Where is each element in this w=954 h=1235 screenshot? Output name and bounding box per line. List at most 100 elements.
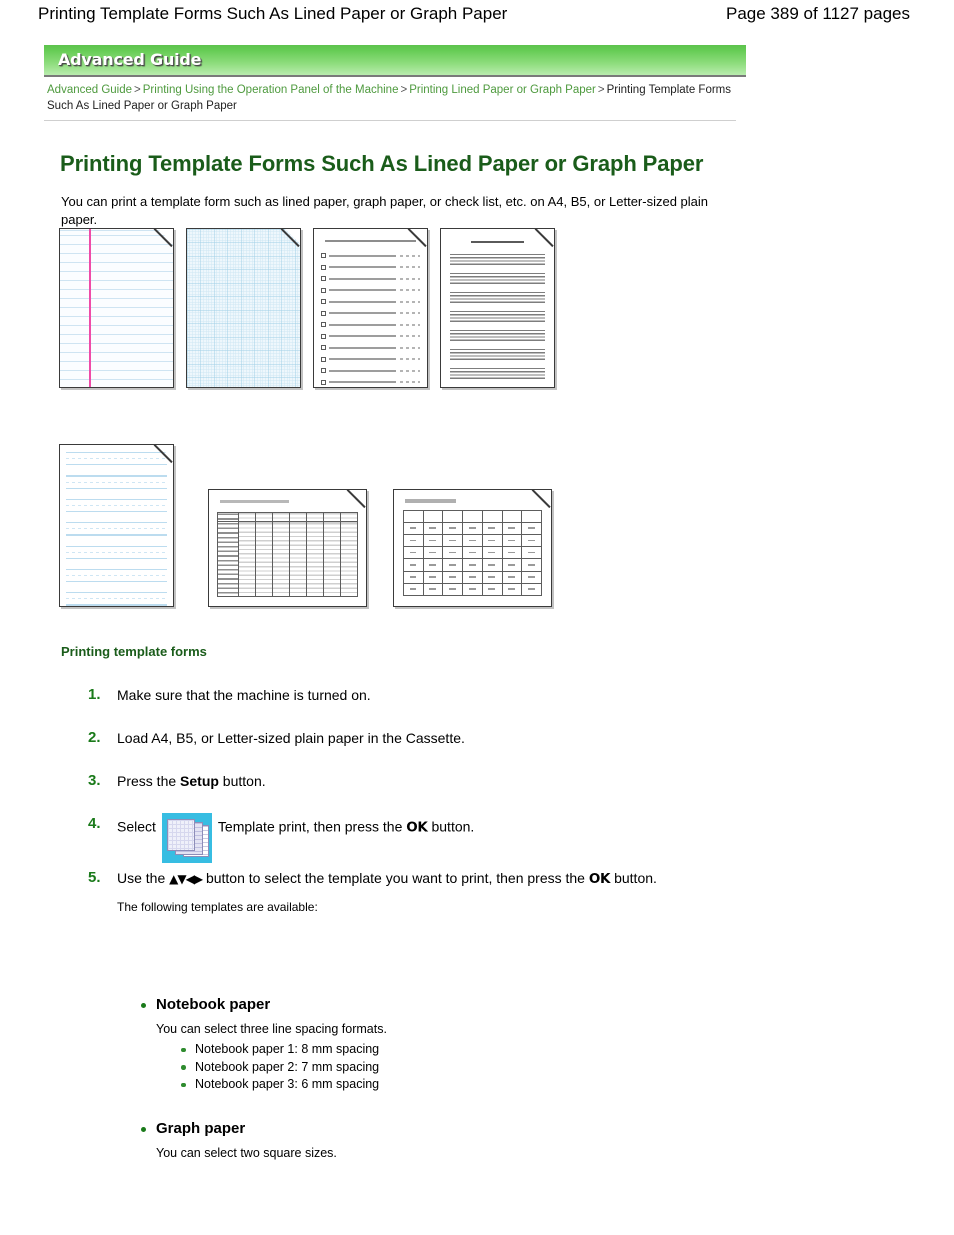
checklist-line <box>329 289 396 292</box>
staff-paper-pattern <box>441 229 554 387</box>
calendar-cell <box>503 522 523 534</box>
document-title: Printing Template Forms Such As Lined Pa… <box>38 4 508 23</box>
notebook-paper-pattern <box>60 229 173 387</box>
page-fold-edge-icon <box>348 490 366 508</box>
step-text: Load A4, B5, or Letter-sized plain paper… <box>117 730 465 746</box>
calendar-cell <box>503 534 523 547</box>
step-text-after: button. <box>610 870 657 886</box>
checklist-line <box>329 335 396 338</box>
calendar-cell <box>443 511 464 522</box>
handwriting-line-group <box>66 498 167 513</box>
checklist-dots <box>400 346 420 349</box>
step-text-mid: Template print, then press the <box>217 818 407 835</box>
checklist-line <box>329 323 396 326</box>
checklist-row <box>321 342 420 354</box>
bullet-icon <box>141 1126 146 1132</box>
checklist-row <box>321 250 420 262</box>
calendar-title-rule <box>405 499 456 503</box>
step-text-after: button. <box>218 773 266 789</box>
template-options-list: Notebook paper 1: 8 mm spacing Notebook … <box>179 1041 739 1094</box>
breadcrumb-link-printing-lined-paper[interactable]: Printing Lined Paper or Graph Paper <box>409 84 596 96</box>
handwriting-line-group <box>66 545 167 559</box>
calendar-cell <box>522 584 541 595</box>
step-text: Make sure that the machine is turned on. <box>117 687 371 703</box>
checkbox-icon <box>321 322 326 328</box>
staff-group <box>450 254 545 267</box>
sub-bullet-icon <box>181 1065 186 1070</box>
calendar-cell <box>483 547 503 559</box>
checklist-row <box>321 308 420 320</box>
handwriting-line-group <box>66 592 167 606</box>
template-print-icon <box>161 813 212 863</box>
step-note: The following templates are available: <box>117 900 318 914</box>
calendar-cell <box>483 583 503 595</box>
calendar-cell <box>522 511 541 522</box>
calendar-cell <box>404 571 424 583</box>
calendar-cell <box>424 547 444 559</box>
template-option: Notebook paper 1: 8 mm spacing <box>179 1041 739 1059</box>
breadcrumb-separator: > <box>597 84 605 96</box>
checkbox-icon <box>321 299 326 305</box>
staff-group <box>450 292 545 305</box>
template-title: Graph paper <box>139 1120 739 1137</box>
calendar-cell <box>522 559 541 570</box>
checklist-row <box>321 319 420 331</box>
calendar-row <box>404 559 541 572</box>
handwriting-line-group <box>66 522 167 536</box>
checklist-pattern <box>314 229 427 387</box>
checklist-dots <box>400 266 420 269</box>
calendar-cell <box>522 535 541 546</box>
breadcrumb-separator: > <box>400 84 408 96</box>
checklist-row <box>321 365 420 377</box>
monthly-calendar-pattern <box>394 490 551 606</box>
thumbnail-weekly-schedule <box>208 489 367 607</box>
checkbox-icon <box>321 379 326 385</box>
checklist-row <box>321 331 420 343</box>
checklist-line <box>329 369 396 372</box>
breadcrumb-link-printing-using-operation-panel[interactable]: Printing Using the Operation Panel of th… <box>143 84 399 96</box>
calendar-cell <box>404 559 424 571</box>
staff-group <box>450 349 545 362</box>
page-title: Printing Template Forms Such As Lined Pa… <box>60 150 704 176</box>
calendar-cell <box>503 559 523 571</box>
calendar-cell <box>424 571 444 583</box>
calendar-row <box>404 534 541 548</box>
step-text-after: button. <box>427 818 475 835</box>
thumbnail-graph-paper <box>186 228 301 388</box>
calendar-cell <box>424 583 444 595</box>
setup-button-label: Setup <box>180 773 219 789</box>
checklist-title-rule <box>325 240 416 242</box>
schedule-column <box>218 513 239 596</box>
schedule-title-rule <box>220 500 289 503</box>
calendar-cell <box>424 534 444 547</box>
staff-group <box>450 368 545 381</box>
calendar-cell <box>503 583 523 595</box>
schedule-column <box>238 513 256 596</box>
staff-group <box>450 273 545 286</box>
checklist-dots <box>400 277 420 280</box>
steps-list: 1. Make sure that the machine is turned … <box>88 684 728 916</box>
checklist-dots <box>400 358 420 361</box>
calendar-cell <box>463 534 483 547</box>
checkbox-icon <box>321 287 326 293</box>
template-option-text: Notebook paper 1: 8 mm spacing <box>195 1042 380 1056</box>
step-number: 1. <box>88 686 101 703</box>
checklist-dots <box>400 381 420 384</box>
template-item-notebook-paper: Notebook paper You can select three line… <box>139 996 739 1094</box>
checklist-row <box>321 296 420 308</box>
breadcrumb-link-advanced-guide[interactable]: Advanced Guide <box>47 84 132 96</box>
calendar-cell <box>483 534 503 547</box>
handwriting-line-group <box>66 475 167 489</box>
sub-bullet-icon <box>181 1047 186 1052</box>
bullet-icon <box>141 1003 146 1008</box>
checklist-line <box>329 346 396 349</box>
calendar-cell <box>404 583 424 595</box>
checklist-row <box>321 273 420 285</box>
checklist-line <box>329 266 396 269</box>
template-option-text: Notebook paper 3: 6 mm spacing <box>195 1077 380 1091</box>
schedule-grid <box>217 512 358 597</box>
schedule-column <box>272 513 290 596</box>
page-number-indicator: Page 389 of 1127 pages <box>725 4 910 23</box>
checkbox-icon <box>321 253 326 259</box>
handwriting-line-group <box>66 568 167 583</box>
